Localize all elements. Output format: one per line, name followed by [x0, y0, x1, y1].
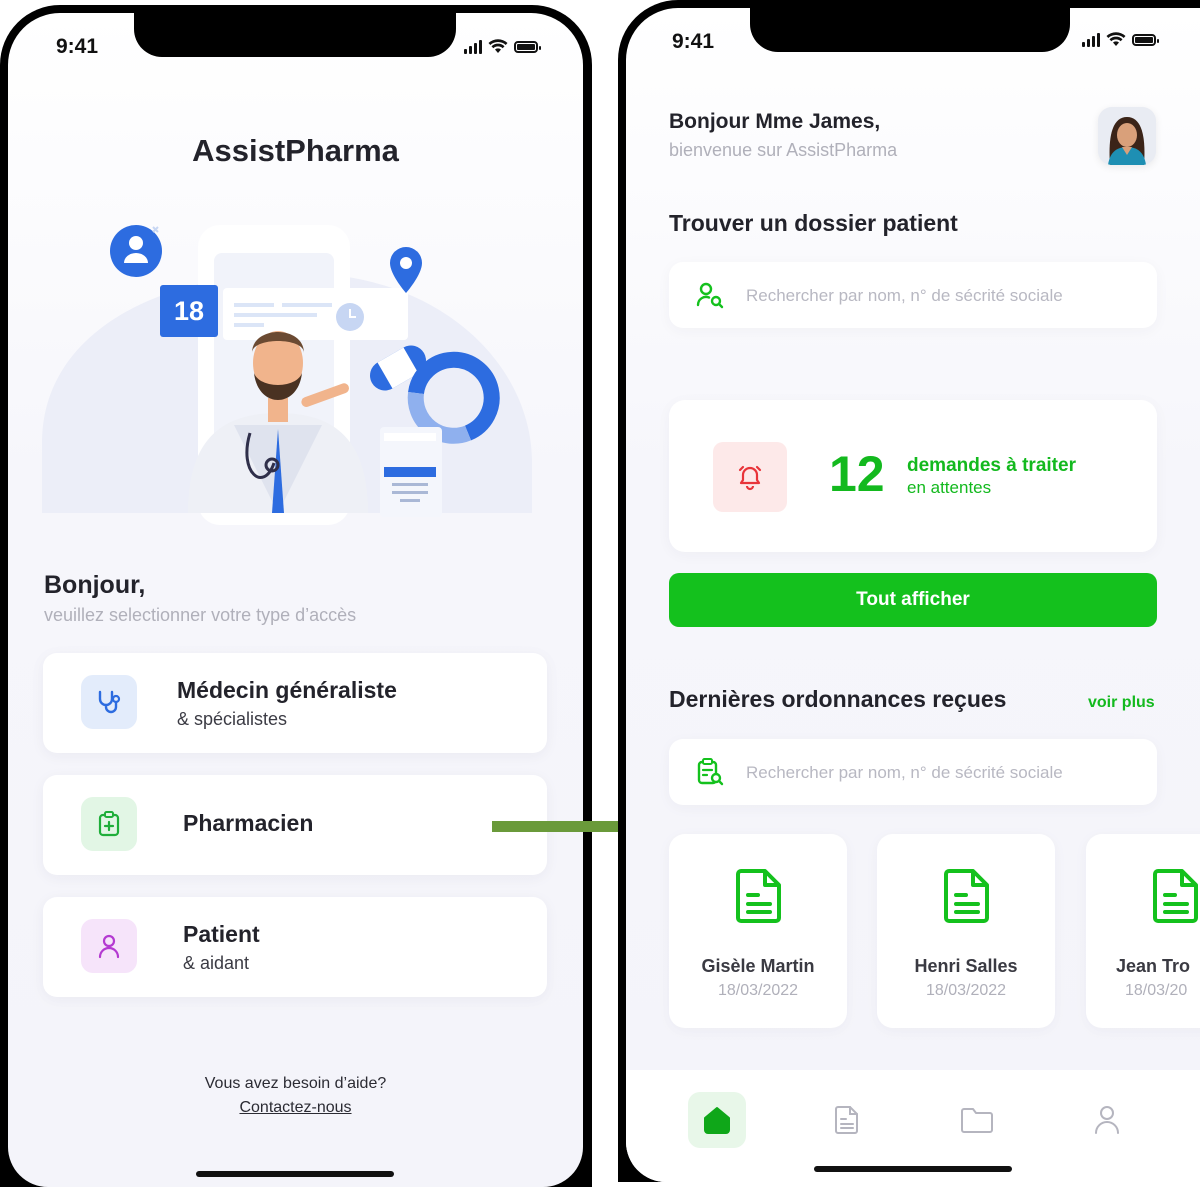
notch — [750, 8, 1070, 52]
prescription-search-box — [669, 739, 1157, 805]
document-icon — [944, 869, 989, 923]
pending-label: demandes à traiter — [907, 455, 1076, 476]
access-option-title: Médecin généraliste — [177, 677, 397, 703]
access-option-doctor[interactable]: Médecin généraliste & spécialistes — [43, 653, 547, 753]
pharmacist-dashboard-screen: 9:41 Bonjour Mme James, bienvenue sur As… — [626, 8, 1200, 1182]
avatar-image — [1098, 107, 1156, 165]
user-icon — [1095, 1106, 1119, 1134]
access-option-title: Pharmacien — [183, 810, 314, 836]
tab-prescriptions[interactable] — [818, 1092, 876, 1148]
find-patient-title: Trouver un dossier patient — [669, 210, 958, 236]
show-all-button[interactable]: Tout afficher — [669, 573, 1157, 627]
home-indicator — [196, 1171, 394, 1177]
battery-icon — [514, 40, 541, 53]
phone-frame-dashboard: 9:41 Bonjour Mme James, bienvenue sur As… — [618, 0, 1200, 1182]
document-icon — [736, 869, 781, 923]
contact-link[interactable]: Contactez-nous — [8, 1099, 583, 1117]
tab-home[interactable] — [688, 1092, 746, 1148]
clipboard-plus-icon — [81, 797, 137, 851]
wifi-icon — [488, 39, 508, 53]
prescription-patient-name: Henri Salles — [914, 956, 1018, 976]
patient-search-box — [669, 262, 1157, 328]
tab-profile[interactable] — [1078, 1092, 1136, 1148]
user-search-icon — [696, 282, 724, 309]
prescription-date: 18/03/2022 — [717, 982, 799, 999]
clipboard-search-icon — [697, 758, 724, 786]
prescription-patient-name: Gisèle Martin — [701, 956, 815, 976]
help-text: Vous avez besoin d’aide? — [204, 1075, 387, 1092]
signal-icon — [464, 39, 482, 54]
stethoscope-icon — [81, 675, 137, 729]
document-icon — [835, 1106, 858, 1134]
pending-requests-card[interactable]: 12 demandes à traiter en attentes — [669, 400, 1157, 552]
prescriptions-title: Dernières ordonnances reçues — [669, 686, 1007, 712]
alarm-bell-icon — [713, 442, 787, 512]
greeting: Bonjour, — [44, 571, 146, 599]
tab-folders[interactable] — [948, 1092, 1006, 1148]
calendar-icon: 18 — [160, 285, 218, 337]
user-greeting: Bonjour Mme James, — [669, 110, 881, 133]
avatar[interactable] — [1098, 107, 1156, 165]
status-icons — [464, 39, 541, 54]
prescription-date: 18/03/2022 — [925, 982, 1007, 999]
signal-icon — [1082, 32, 1100, 47]
access-option-subtitle: & aidant — [183, 953, 250, 973]
prescription-search-input[interactable] — [744, 757, 1138, 789]
home-icon — [704, 1107, 730, 1134]
calendar-day: 18 — [173, 295, 205, 326]
folder-icon — [961, 1108, 993, 1133]
user-icon — [81, 919, 137, 973]
app-title: AssistPharma — [192, 133, 399, 168]
wifi-icon — [1106, 32, 1126, 46]
status-icons — [1082, 32, 1159, 47]
doctor-illustration — [42, 225, 532, 525]
prescription-patient-name: Jean Tro — [1116, 956, 1191, 976]
welcome-subtitle: bienvenue sur AssistPharma — [669, 140, 898, 160]
pending-sublabel: en attentes — [907, 478, 992, 497]
see-more-link[interactable]: voir plus — [1088, 694, 1155, 712]
access-option-subtitle: & spécialistes — [177, 709, 288, 729]
patient-search-input[interactable] — [744, 280, 1138, 312]
access-option-pharmacist[interactable]: Pharmacien — [43, 775, 547, 875]
status-time: 9:41 — [56, 35, 99, 58]
access-selection-screen: 9:41 AssistPharma 18 Bonjour, veuillez s… — [8, 13, 583, 1187]
greeting-subtitle: veuillez selectionner votre type d’accès — [44, 605, 357, 625]
access-option-patient[interactable]: Patient & aidant — [43, 897, 547, 997]
access-option-title: Patient — [183, 921, 260, 947]
document-icon — [1153, 869, 1198, 923]
pending-count: 12 — [829, 446, 885, 502]
prescription-card[interactable]: Gisèle Martin 18/03/2022 — [669, 834, 847, 1028]
home-indicator — [814, 1166, 1012, 1172]
status-time: 9:41 — [672, 30, 715, 53]
battery-icon — [1132, 33, 1159, 46]
phone-frame-access-selection: 9:41 AssistPharma 18 Bonjour, veuillez s… — [0, 5, 592, 1187]
prescription-card[interactable]: Henri Salles 18/03/2022 — [877, 834, 1055, 1028]
prescription-date: 18/03/20 — [1125, 982, 1188, 999]
notch — [134, 13, 456, 57]
prescription-card[interactable]: Jean Tro 18/03/20 — [1086, 834, 1200, 1028]
